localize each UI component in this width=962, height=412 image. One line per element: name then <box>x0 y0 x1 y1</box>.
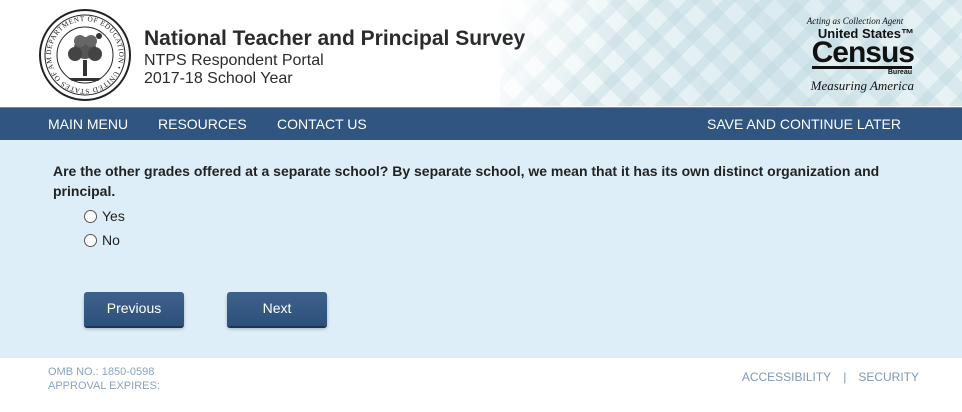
page-header: DEPARTMENT OF EDUCATION • UNITED STATES … <box>0 0 962 106</box>
previous-button[interactable]: Previous <box>84 292 184 326</box>
portal-subtitle: NTPS Respondent Portal <box>144 52 324 69</box>
department-of-education-seal-icon: DEPARTMENT OF EDUCATION • UNITED STATES … <box>38 8 131 101</box>
nav-resources[interactable]: RESOURCES <box>158 116 247 132</box>
census-bureau-logo: Acting as Collection Agent United States… <box>794 14 915 94</box>
question-text: Are the other grades offered at a separa… <box>53 163 880 199</box>
census-word: Census <box>811 36 915 69</box>
accessibility-link[interactable]: ACCESSIBILITY <box>742 370 831 384</box>
option-yes-label[interactable]: Yes <box>102 208 125 224</box>
option-no[interactable]: No <box>84 231 120 249</box>
footer-separator: | <box>843 370 847 384</box>
approval-expires: APPROVAL EXPIRES: <box>48 380 160 392</box>
option-no-label[interactable]: No <box>102 232 120 248</box>
main-navigation: MAIN MENU RESOURCES CONTACT US SAVE AND … <box>0 107 962 140</box>
nav-main-menu[interactable]: MAIN MENU <box>48 116 128 132</box>
census-agent-text: Acting as Collection Agent <box>806 16 904 26</box>
nav-save-and-continue-later[interactable]: SAVE AND CONTINUE LATER <box>707 116 901 132</box>
school-year: 2017-18 School Year <box>144 70 293 87</box>
radio-no[interactable] <box>84 233 97 247</box>
survey-content: Are the other grades offered at a separa… <box>0 140 962 358</box>
survey-title: National Teacher and Principal Survey <box>144 27 526 50</box>
page-footer: OMB NO.: 1850-0598 APPROVAL EXPIRES: ACC… <box>0 358 962 412</box>
nav-contact-us[interactable]: CONTACT US <box>277 116 367 132</box>
security-link[interactable]: SECURITY <box>858 370 919 384</box>
header-titles: National Teacher and Principal Survey NT… <box>144 26 525 88</box>
omb-info: OMB NO.: 1850-0598 APPROVAL EXPIRES: <box>48 365 160 393</box>
radio-yes[interactable] <box>84 209 97 223</box>
omb-number: OMB NO.: 1850-0598 <box>48 366 155 378</box>
census-motto: Measuring America <box>810 78 914 93</box>
option-yes[interactable]: Yes <box>84 207 125 225</box>
next-button[interactable]: Next <box>227 292 327 326</box>
footer-links: ACCESSIBILITY | SECURITY <box>742 370 919 384</box>
